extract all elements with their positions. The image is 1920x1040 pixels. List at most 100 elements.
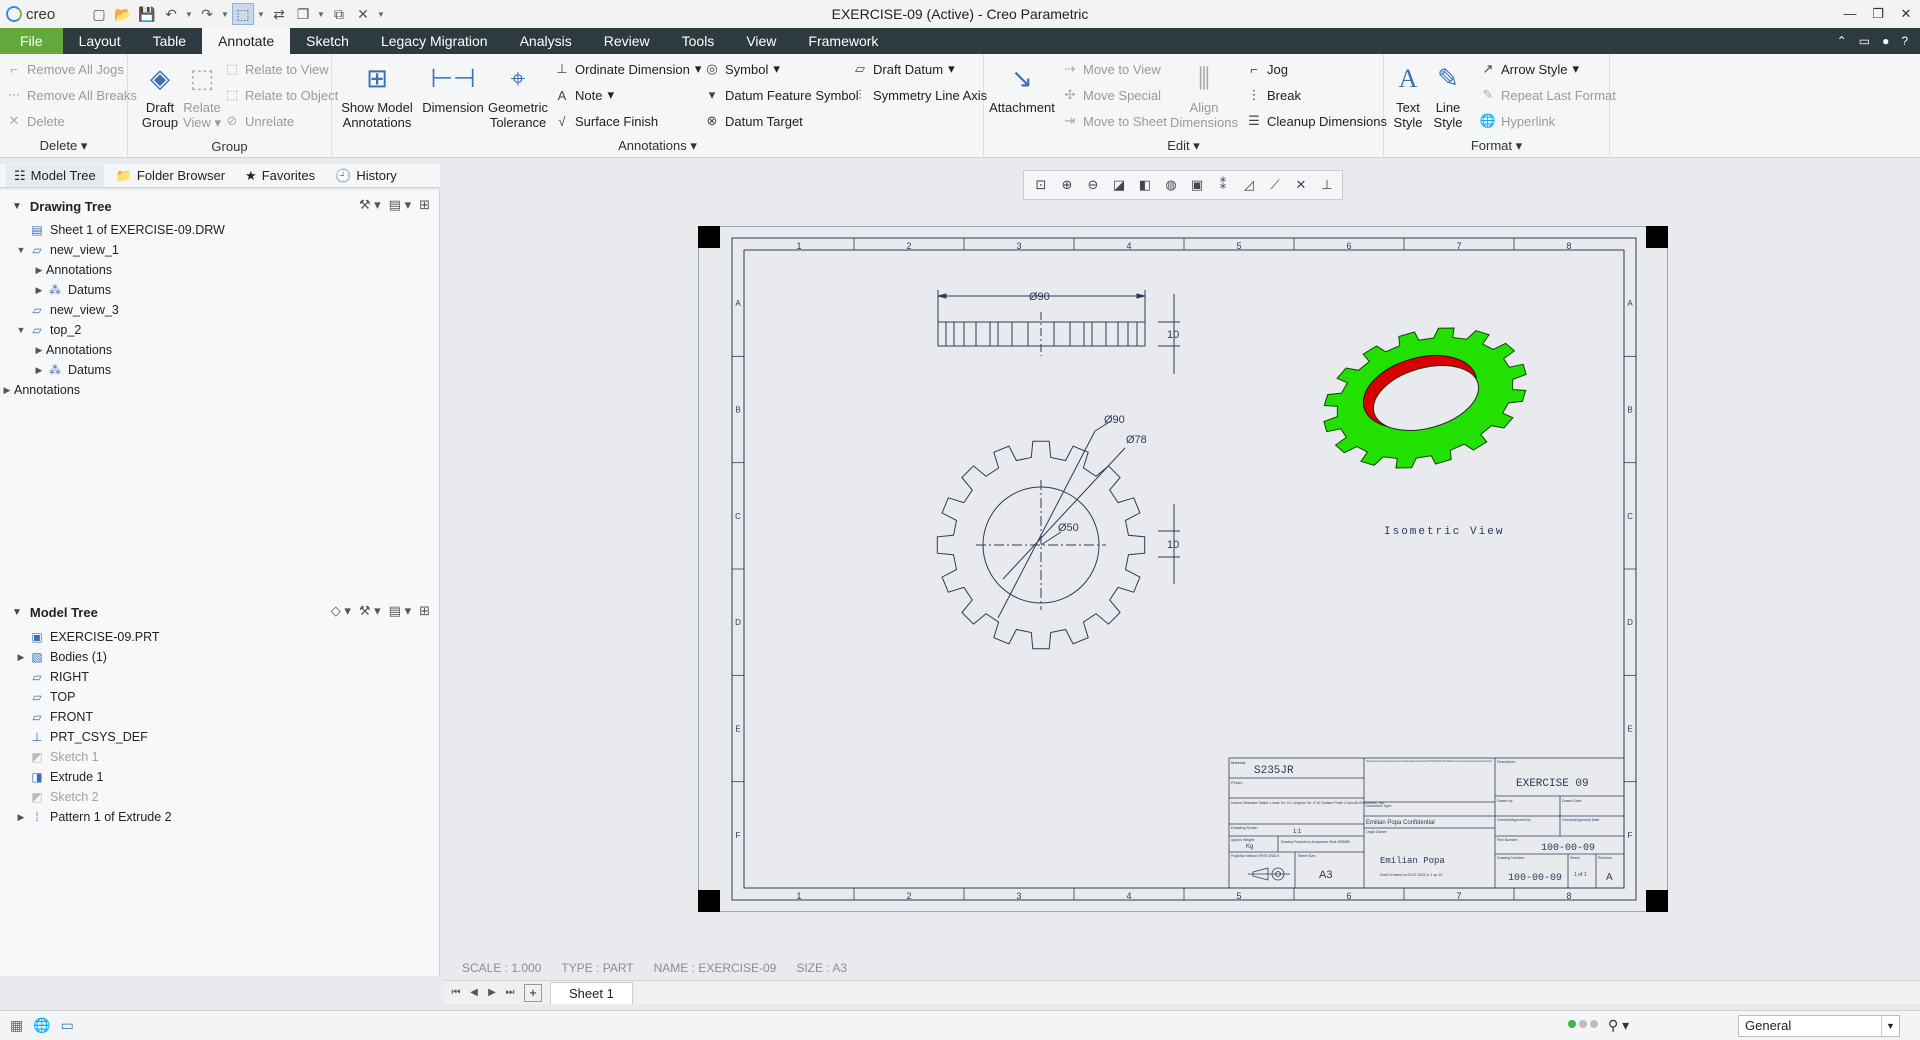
draft-datum-dropdown-icon[interactable]: ▾	[948, 61, 955, 77]
tree-filter-icon[interactable]: ⚒ ▾	[359, 197, 381, 213]
ordinate-dimension-dropdown-icon[interactable]: ▾	[695, 61, 702, 77]
drawing-tree-item[interactable]: ▼ ▱ top_2	[14, 320, 82, 340]
isometric-view-label[interactable]: Isometric View	[1384, 526, 1504, 538]
tab-model-tree[interactable]: ☷ Model Tree	[6, 164, 104, 187]
tab-favorites[interactable]: ★ Favorites	[237, 165, 323, 187]
group-annotations-label[interactable]: Annotations ▾	[332, 138, 983, 154]
next-sheet-icon[interactable]: ▶	[484, 987, 500, 998]
cleanup-dimensions-button[interactable]: ☰ Cleanup Dimensions	[1246, 110, 1387, 132]
collapse-model-tree-icon[interactable]: ▼	[12, 607, 22, 618]
point-display-icon[interactable]: ✕	[1290, 174, 1312, 196]
dimension-button[interactable]: ⊢⊣ Dimension	[422, 60, 484, 116]
close-icon[interactable]: ✕	[352, 3, 374, 25]
prev-sheet-icon[interactable]: ◀	[466, 987, 482, 998]
arrow-style-button[interactable]: ↗ Arrow Style ▾	[1480, 58, 1579, 80]
dim-diameter-50[interactable]: Ø50	[1058, 522, 1079, 534]
dim-thickness-10-top[interactable]: 10	[1167, 329, 1179, 341]
model-tree-header[interactable]: ▼ Model Tree ◇ ▾ ⚒ ▾ ▤ ▾ ⊞	[0, 600, 440, 624]
drawing-tree-item[interactable]: ▼ ▱ new_view_1	[14, 240, 119, 260]
model-tree-columns-icon[interactable]: ⊞	[419, 603, 430, 619]
first-sheet-icon[interactable]: ⏮	[448, 987, 464, 998]
group-format-label[interactable]: Format ▾	[1384, 138, 1609, 154]
model-tree-item[interactable]: ▱ FRONT	[14, 707, 93, 727]
text-style-button[interactable]: A Text Style	[1388, 60, 1428, 130]
regeneration-status[interactable]	[1568, 1020, 1598, 1028]
navigator-toggle-icon[interactable]: ▦	[10, 1017, 23, 1034]
break-button[interactable]: ⋮ Break	[1246, 84, 1301, 106]
line-style-button[interactable]: ✎ Line Style	[1428, 60, 1468, 131]
tab-analysis[interactable]: Analysis	[504, 28, 588, 54]
tab-file[interactable]: File	[0, 28, 63, 54]
last-sheet-icon[interactable]: ⏭	[502, 987, 518, 998]
find-icon[interactable]: ⚲ ▾	[1608, 1017, 1629, 1034]
sheet-tab-1[interactable]: Sheet 1	[550, 981, 633, 1004]
expand-icon[interactable]: ▶	[32, 345, 46, 356]
collapse-ribbon-icon[interactable]: ⌃	[1837, 34, 1847, 48]
tab-framework[interactable]: Framework	[792, 28, 894, 54]
zoom-in-icon[interactable]: ⊕	[1056, 174, 1078, 196]
drawing-tree-item[interactable]: ▶ ⁂ Datums	[32, 280, 112, 300]
delete-button[interactable]: ✕ Delete	[6, 110, 65, 132]
move-special-button[interactable]: ✣ Move Special	[1062, 84, 1162, 106]
symbol-button[interactable]: ◎ Symbol ▾	[704, 58, 780, 80]
tab-annotate[interactable]: Annotate	[202, 28, 291, 54]
browser-toggle-icon[interactable]: 🌐	[33, 1017, 50, 1034]
annotation-display-icon[interactable]: ⁑	[1212, 174, 1234, 196]
move-to-view-button[interactable]: ⇢ Move to View	[1062, 58, 1161, 80]
model-tree-item[interactable]: ▱ TOP	[14, 687, 75, 707]
drawing-tree-item[interactable]: ▶ Annotations	[0, 380, 81, 400]
selection-filter-dropdown[interactable]: General ▼	[1738, 1015, 1900, 1037]
view-manager-icon[interactable]: ▣	[1186, 174, 1208, 196]
tab-folder-browser[interactable]: 📁 Folder Browser	[108, 165, 233, 187]
expand-icon[interactable]: ▶	[32, 285, 46, 296]
chevron-down-icon[interactable]: ▼	[1881, 1016, 1899, 1036]
relate-view-button[interactable]: ⬚ Relate View ▾	[178, 60, 226, 131]
remove-all-breaks-button[interactable]: ⋯ Remove All Breaks	[6, 84, 137, 106]
show-icon[interactable]: ◇ ▾	[331, 603, 351, 619]
drawing-sheet[interactable]: 1122334455667788A AB BC CD DE EF F Ø90 10 Ø90 …	[698, 226, 1668, 912]
close-window-icon[interactable]: ⧉	[328, 3, 350, 25]
drawing-tree-item[interactable]: ▱ new_view_3	[14, 300, 118, 320]
tab-history[interactable]: 🕘 History	[327, 165, 405, 187]
account-icon[interactable]: ●	[1882, 34, 1889, 48]
undo-dropdown-icon[interactable]: ▼	[184, 10, 194, 19]
drawing-tree-item[interactable]: ▶ Annotations	[32, 340, 113, 360]
help-icon[interactable]: ?	[1901, 34, 1908, 48]
remove-all-jogs-button[interactable]: ⌐ Remove All Jogs	[6, 58, 124, 80]
dim-diameter-90-top[interactable]: Ø90	[1029, 291, 1050, 303]
group-edit-label[interactable]: Edit ▾	[984, 138, 1383, 154]
model-tree-item[interactable]: ◩ Sketch 1	[14, 747, 98, 767]
align-dimensions-button[interactable]: ⫼ Align Dimensions	[1168, 60, 1240, 131]
expand-icon[interactable]: ▼	[14, 245, 28, 255]
expand-icon[interactable]: ▶	[0, 385, 14, 396]
ordinate-dimension-button[interactable]: ⊥ Ordinate Dimension ▾	[554, 58, 701, 80]
expand-icon[interactable]: ▶	[14, 812, 28, 823]
jog-button[interactable]: ⌐ Jog	[1246, 58, 1288, 80]
drawing-tree-header[interactable]: ▼ Drawing Tree ⚒ ▾ ▤ ▾ ⊞	[0, 194, 440, 218]
tree-settings-icon[interactable]: ▤ ▾	[389, 197, 411, 213]
axis-display-icon[interactable]: ⟋	[1264, 174, 1286, 196]
new-file-icon[interactable]: ▢	[88, 3, 110, 25]
note-button[interactable]: A Note ▾	[554, 84, 614, 106]
show-model-annotations-button[interactable]: ⊞ Show Model Annotations	[338, 60, 416, 131]
hyperlink-button[interactable]: 🌐 Hyperlink	[1480, 110, 1555, 132]
relate-to-object-button[interactable]: ⬚ Relate to Object	[224, 84, 338, 106]
select-box-icon[interactable]: ⬚	[232, 3, 254, 25]
drawing-tree-item[interactable]: ▶ ⁂ Datums	[32, 360, 112, 380]
attachment-button[interactable]: ↘ Attachment	[988, 60, 1056, 116]
repaint-icon[interactable]: ◪	[1108, 174, 1130, 196]
model-tree-item[interactable]: ▶ ⁞ Pattern 1 of Extrude 2	[14, 807, 172, 827]
tree-columns-icon[interactable]: ⊞	[419, 197, 430, 213]
relate-to-view-button[interactable]: ⬚ Relate to View	[224, 58, 329, 80]
model-tree-item[interactable]: ▱ RIGHT	[14, 667, 89, 687]
display-style-icon[interactable]: ◍	[1160, 174, 1182, 196]
model-tree-item[interactable]: ◩ Sketch 2	[14, 787, 98, 807]
dim-diameter-78[interactable]: Ø78	[1126, 434, 1147, 446]
collapse-drawing-tree-icon[interactable]: ▼	[12, 201, 22, 212]
tab-view[interactable]: View	[730, 28, 792, 54]
redo-dropdown-icon[interactable]: ▼	[220, 10, 230, 19]
save-icon[interactable]: 💾	[136, 3, 158, 25]
tab-table[interactable]: Table	[137, 28, 202, 54]
customize-qat-icon[interactable]: ▼	[376, 10, 386, 19]
restore-icon[interactable]: ❐	[1864, 0, 1892, 28]
